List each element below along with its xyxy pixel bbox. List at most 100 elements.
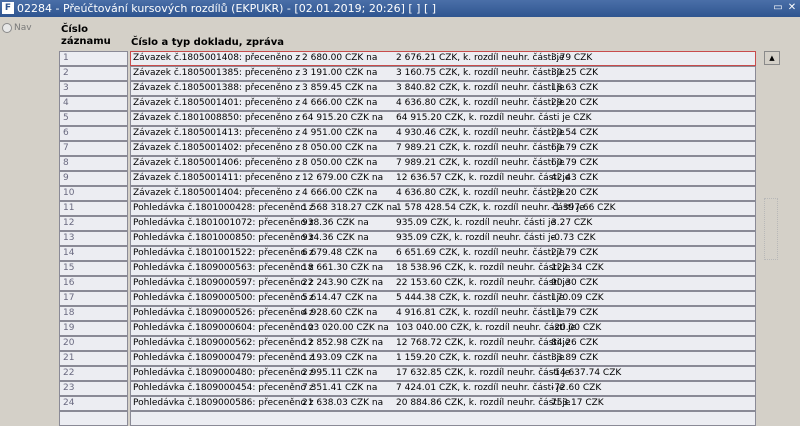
- record-message-cell[interactable]: Závazek č.1805001406: přeceněno z8 050.0…: [130, 156, 756, 171]
- record-message-cell[interactable]: Pohledávka č.1809000480: přeceněno z2 99…: [130, 366, 756, 381]
- message-part-1: Pohledávka č.1809000479: přeceněno z: [133, 353, 314, 363]
- record-number-cell[interactable]: 23: [59, 381, 128, 396]
- record-message-cell[interactable]: Závazek č.1805001402: přeceněno z8 050.0…: [130, 141, 756, 156]
- message-part-1: Pohledávka č.1809000604: přeceněno z: [133, 323, 314, 333]
- record-number-cell[interactable]: 11: [59, 201, 128, 216]
- message-part-2: 4 666.00 CZK na: [302, 188, 378, 198]
- record-number-cell[interactable]: 9: [59, 171, 128, 186]
- record-message-cell[interactable]: Pohledávka č.1801000428: přeceněno z1 56…: [130, 201, 756, 216]
- record-number-cell[interactable]: 2: [59, 66, 128, 81]
- message-part-4: 27.79 CZK: [551, 248, 598, 258]
- record-message-cell[interactable]: Závazek č.1805001385: přeceněno z3 191.0…: [130, 66, 756, 81]
- record-number-cell[interactable]: 20: [59, 336, 128, 351]
- message-part-1: Pohledávka č.1809000586: přeceněno z: [133, 398, 314, 408]
- record-message-cell[interactable]: Pohledávka č.1801001522: přeceněno z6 67…: [130, 246, 756, 261]
- close-window-icon[interactable]: ✕: [786, 2, 798, 14]
- record-message-cell[interactable]: Závazek č.1805001411: přeceněno z 12 679.…: [130, 171, 756, 186]
- message-part-3: 4 636.80 CZK, k. rozdíl neuhr. části je: [396, 188, 565, 198]
- record-number-cell[interactable]: 24: [59, 396, 128, 411]
- app-logo-icon: F: [2, 2, 14, 14]
- record-number-header-line1: Číslo: [61, 24, 89, 35]
- message-part-3: 2 676.21 CZK, k. rozdíl neuhr. části je: [396, 53, 565, 63]
- record-number-cell[interactable]: 1: [59, 51, 128, 66]
- message-part-3: 935.09 CZK, k. rozdíl neuhr. části je: [396, 218, 556, 228]
- record-number-cell[interactable]: 3: [59, 81, 128, 96]
- message-part-3: 4 916.81 CZK, k. rozdíl neuhr. části je: [396, 308, 565, 318]
- record-number-header: Číslo záznamu: [61, 24, 111, 48]
- record-number-cell[interactable]: 8: [59, 156, 128, 171]
- record-number-cell[interactable]: 10: [59, 186, 128, 201]
- message-part-2: 1 568 318.27 CZK na: [302, 203, 398, 213]
- record-message-cell[interactable]: Závazek č.1805001388: přeceněno z3 859.4…: [130, 81, 756, 96]
- nav-button[interactable]: Nav: [2, 23, 32, 33]
- scrollbar-thumb[interactable]: [764, 198, 778, 260]
- record-message-cell[interactable]: Pohledávka č.1801001072: přeceněno z 938.…: [130, 216, 756, 231]
- record-message-cell[interactable]: Pohledávka č.1809000526: přeceněno z4 92…: [130, 306, 756, 321]
- record-number-cell[interactable]: 7: [59, 141, 128, 156]
- message-part-1: Pohledávka č.1801001522: přeceněno z: [133, 248, 314, 258]
- message-part-3: 4 636.80 CZK, k. rozdíl neuhr. části je: [396, 98, 565, 108]
- record-message-cell[interactable]: Pohledávka č.1809000604: přeceněno z 103 …: [130, 321, 756, 336]
- message-part-4: 84.26 CZK: [551, 338, 598, 348]
- message-part-4: 90.30 CZK: [551, 278, 598, 288]
- message-part-4: -0.73 CZK: [551, 233, 596, 243]
- record-number-cell[interactable]: 22: [59, 366, 128, 381]
- restore-window-icon[interactable]: ▭: [772, 2, 784, 14]
- record-number-cell[interactable]: 13: [59, 231, 128, 246]
- record-number-cell[interactable]: 4: [59, 96, 128, 111]
- message-part-1: Závazek č.1805001406: přeceněno z: [133, 158, 301, 168]
- message-part-1: Závazek č.1805001413: přeceněno z: [133, 128, 301, 138]
- record-message-cell[interactable]: Pohledávka č.1809000500: přeceněno z5 61…: [130, 291, 756, 306]
- message-part-4: 42.43 CZK: [551, 173, 598, 183]
- record-number-header-line2: záznamu: [61, 36, 111, 47]
- record-message-cell[interactable]: Pohledávka č.1809000479: přeceněno z1 19…: [130, 351, 756, 366]
- message-part-2: 4 928.60 CZK na: [302, 308, 378, 318]
- message-part-3: 1 159.20 CZK, k. rozdíl neuhr. části je: [396, 353, 565, 363]
- record-message-cell[interactable]: Závazek č.1805001404: přeceněno z4 666.0…: [130, 186, 756, 201]
- record-message-cell[interactable]: Pohledávka č.1801000850: přeceněno z 934.…: [130, 231, 756, 246]
- message-part-2: 2 680.00 CZK na: [302, 53, 378, 63]
- message-part-2: 103 020.00 CZK na: [302, 323, 389, 333]
- record-message-cell[interactable]: Závazek č.1805001413: přeceněno z4 951.0…: [130, 126, 756, 141]
- record-number-cell[interactable]: [59, 411, 128, 426]
- message-part-4: 122.34 CZK: [551, 263, 604, 273]
- message-part-2: 7 351.41 CZK na: [302, 383, 378, 393]
- window-title: 02284 - Přeúčtování kursových rozdílů (E…: [17, 2, 437, 15]
- record-message-cell[interactable]: Závazek č.1801008850: přeceněno z 64 915.…: [130, 111, 756, 126]
- record-message-cell[interactable]: Závazek č.1805001408: přeceněno z2 680.0…: [130, 51, 756, 66]
- record-number-cell[interactable]: 18: [59, 306, 128, 321]
- message-part-1: Závazek č.1805001411: přeceněno z: [133, 173, 301, 183]
- message-part-1: Závazek č.1805001404: přeceněno z: [133, 188, 301, 198]
- message-part-3: 18 538.96 CZK, k. rozdíl neuhr. části je: [396, 263, 571, 273]
- record-number-cell[interactable]: 15: [59, 261, 128, 276]
- message-part-1: Pohledávka č.1801001072: přeceněno z: [133, 218, 314, 228]
- record-message-cell[interactable]: [130, 411, 756, 426]
- message-part-1: Závazek č.1801008850: přeceněno z: [133, 113, 301, 123]
- message-part-1: Pohledávka č.1801000428: přeceněno z: [133, 203, 314, 213]
- record-message-cell[interactable]: Pohledávka č.1809000454: přeceněno z7 35…: [130, 381, 756, 396]
- record-message-cell[interactable]: Pohledávka č.1809000562: přeceněno z 12 8…: [130, 336, 756, 351]
- scroll-up-button[interactable]: ▲: [764, 51, 780, 65]
- record-number-cell[interactable]: 14: [59, 246, 128, 261]
- message-part-4: -72.60 CZK: [551, 383, 602, 393]
- record-number-cell[interactable]: 21: [59, 351, 128, 366]
- record-number-cell[interactable]: 16: [59, 276, 128, 291]
- message-part-1: Pohledávka č.1809000500: přeceněno z: [133, 293, 314, 303]
- record-message-cell[interactable]: Pohledávka č.1809000597: přeceněno z 22 2…: [130, 276, 756, 291]
- record-message-cell[interactable]: Závazek č.1805001401: přeceněno z4 666.0…: [130, 96, 756, 111]
- message-part-4: 753.17 CZK: [551, 398, 604, 408]
- record-number-cell[interactable]: 5: [59, 111, 128, 126]
- record-message-cell[interactable]: Pohledávka č.1809000563: přeceněno z 18 6…: [130, 261, 756, 276]
- message-part-3: 20 884.86 CZK, k. rozdíl neuhr. části je: [396, 398, 571, 408]
- record-number-cell[interactable]: 19: [59, 321, 128, 336]
- record-message-cell[interactable]: Pohledávka č.1809000586: přeceněno z 21 6…: [130, 396, 756, 411]
- message-part-1: Závazek č.1805001402: přeceněno z: [133, 143, 301, 153]
- message-part-1: Pohledávka č.1809000526: přeceněno z: [133, 308, 314, 318]
- message-part-4: 29.20 CZK: [551, 98, 598, 108]
- record-number-cell[interactable]: 6: [59, 126, 128, 141]
- message-part-2: 12 679.00 CZK na: [302, 173, 384, 183]
- record-number-cell[interactable]: 17: [59, 291, 128, 306]
- record-number-cell[interactable]: 12: [59, 216, 128, 231]
- message-part-2: 6 679.48 CZK na: [302, 248, 378, 258]
- message-part-1: Závazek č.1805001385: přeceněno z: [133, 68, 301, 78]
